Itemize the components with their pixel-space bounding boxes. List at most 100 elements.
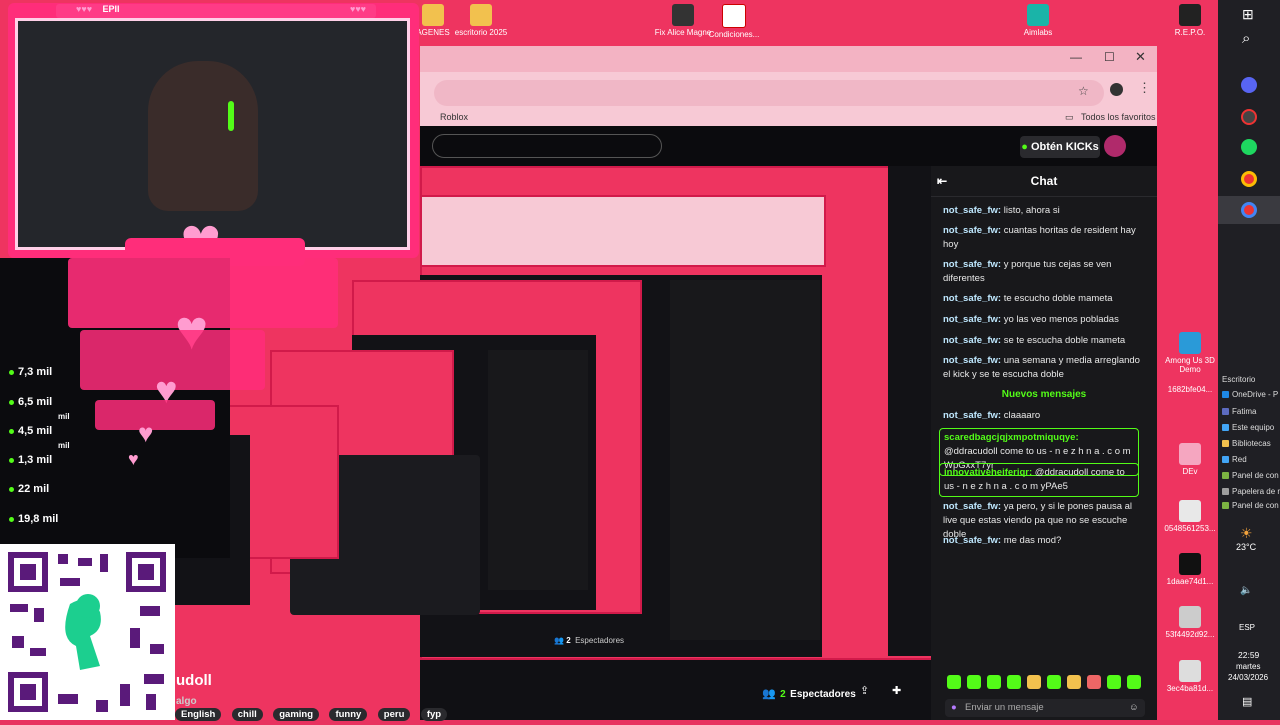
folder-icon bbox=[422, 4, 444, 26]
profile-avatar[interactable] bbox=[1110, 83, 1123, 96]
chat-message: not_safe_fw: me das mod? bbox=[943, 535, 1062, 546]
control-panel-icon bbox=[1222, 502, 1229, 510]
emote-icon[interactable] bbox=[1087, 675, 1101, 689]
chat-message: not_safe_fw: y porque tus cejas se ven d… bbox=[943, 259, 1112, 284]
discord-icon[interactable] bbox=[1241, 77, 1257, 93]
obs-icon[interactable] bbox=[1241, 109, 1257, 125]
search-icon[interactable]: ⌕ bbox=[1242, 30, 1250, 47]
nested-cam-frame-3 bbox=[95, 400, 215, 430]
spotify-icon[interactable] bbox=[1241, 139, 1257, 155]
maximize-icon[interactable]: ☐ bbox=[1104, 50, 1115, 64]
clock-time[interactable]: 22:59 bbox=[1238, 650, 1259, 660]
search-input[interactable] bbox=[432, 134, 662, 158]
desktop-icon-among-us[interactable]: Among Us 3D Demo bbox=[1155, 332, 1225, 374]
explorer-item[interactable]: Red bbox=[1222, 455, 1247, 464]
add-user-icon[interactable]: ✚ bbox=[892, 684, 901, 697]
taskbar-active-item[interactable] bbox=[1218, 196, 1280, 224]
notifications-icon[interactable]: ▤ bbox=[1242, 695, 1252, 708]
cloud-icon bbox=[1222, 391, 1229, 399]
address-bar[interactable] bbox=[434, 80, 1104, 106]
weather-icon[interactable]: ☀ bbox=[1240, 525, 1253, 542]
desktop-icon-repo[interactable]: R.E.P.O. bbox=[1155, 4, 1225, 37]
microphone-icon[interactable]: ● bbox=[951, 699, 957, 717]
control-panel-icon bbox=[1222, 472, 1229, 480]
chrome-icon[interactable] bbox=[1241, 171, 1257, 187]
file-icon bbox=[1179, 606, 1201, 628]
all-favorites[interactable]: Todos los favoritos bbox=[1081, 112, 1156, 122]
emote-icon[interactable] bbox=[1127, 675, 1141, 689]
windows-start-icon[interactable]: ⊞ bbox=[1242, 6, 1254, 23]
bookmark-roblox[interactable]: Roblox bbox=[440, 112, 468, 122]
qr-code bbox=[0, 544, 175, 720]
streamer-name: udoll bbox=[176, 672, 212, 689]
emote-icon[interactable] bbox=[1047, 675, 1061, 689]
close-icon[interactable]: ✕ bbox=[1135, 49, 1146, 65]
language-indicator[interactable]: ESP bbox=[1239, 623, 1255, 632]
tag[interactable]: gaming bbox=[273, 708, 320, 721]
explorer-item[interactable]: OneDrive - P bbox=[1222, 390, 1278, 399]
desktop-icon-dev[interactable]: DEv bbox=[1155, 443, 1225, 476]
explorer-item[interactable]: Bibliotecas bbox=[1222, 439, 1271, 448]
explorer-item[interactable]: Panel de con bbox=[1222, 471, 1279, 480]
emoji-icon[interactable]: ☺ bbox=[1129, 699, 1139, 717]
desktop-icon-file-53f4[interactable]: 53f4492d92... bbox=[1155, 606, 1225, 639]
desktop-icon-aimlabs[interactable]: Aimlabs bbox=[1003, 4, 1073, 37]
emote-icon[interactable] bbox=[1027, 675, 1041, 689]
desktop-icon-escritorio[interactable]: escritorio 2025 bbox=[446, 4, 516, 37]
file-icon bbox=[1179, 500, 1201, 522]
chat-message: not_safe_fw: se te escucha doble mameta bbox=[943, 335, 1126, 346]
tag[interactable]: chill bbox=[231, 708, 263, 721]
collapse-chat-icon[interactable]: ⇤ bbox=[937, 166, 947, 196]
desktop-icon-file-3ec4[interactable]: 3ec4ba81d... bbox=[1155, 660, 1225, 693]
emote-icon[interactable] bbox=[967, 675, 981, 689]
aimlabs-icon bbox=[1027, 4, 1049, 26]
stat-suffix: mil bbox=[58, 441, 70, 450]
emote-icon[interactable] bbox=[947, 675, 961, 689]
file-explorer-panel: Escritorio OneDrive - P Fatima Este equi… bbox=[1218, 345, 1280, 720]
file-icon bbox=[1179, 443, 1201, 465]
file-icon bbox=[1179, 660, 1201, 682]
emote-icon[interactable] bbox=[1007, 675, 1021, 689]
stat-item: 7,3 mil bbox=[9, 366, 52, 378]
computer-icon bbox=[1222, 424, 1229, 432]
tag[interactable]: English bbox=[175, 708, 222, 721]
tag[interactable]: funny bbox=[329, 708, 368, 721]
get-kicks-button[interactable]: ● Obtén KICKs bbox=[1020, 136, 1100, 158]
user-avatar[interactable] bbox=[1104, 135, 1126, 157]
nested-browser-1 bbox=[420, 195, 826, 267]
desktop-icon-file-0548[interactable]: 0548561253... bbox=[1155, 500, 1225, 533]
explorer-item[interactable]: Fatima bbox=[1222, 407, 1256, 416]
nested-spectators: 👥 2 Espectadores bbox=[554, 636, 625, 645]
heart-icon: ♥ bbox=[128, 449, 139, 469]
star-icon[interactable]: ☆ bbox=[1078, 84, 1089, 98]
emote-icon[interactable] bbox=[1067, 675, 1081, 689]
stream-taskbar bbox=[888, 166, 931, 656]
more-menu-icon[interactable]: ⋮ bbox=[1138, 80, 1151, 96]
nested-chat-2 bbox=[488, 350, 588, 590]
game-icon bbox=[672, 4, 694, 26]
nested-chat-1 bbox=[670, 280, 820, 640]
explorer-item[interactable]: Papelera de r bbox=[1222, 487, 1280, 496]
explorer-item[interactable]: Panel de con bbox=[1222, 501, 1279, 510]
webcam-titlebar: ♥♥♥ EPII ♥♥♥ bbox=[56, 4, 376, 18]
users-icon: 👥 bbox=[762, 688, 776, 700]
chat-input[interactable]: ● Enviar un mensaje ☺ bbox=[945, 699, 1145, 717]
explorer-item[interactable]: Este equipo bbox=[1222, 423, 1274, 432]
desktop-icon-file-1daa[interactable]: 1daae74d1... bbox=[1155, 553, 1225, 586]
speaker-icon[interactable]: 🔈 bbox=[1240, 585, 1252, 596]
tag[interactable]: peru bbox=[377, 708, 411, 721]
clock-day: martes bbox=[1236, 662, 1261, 671]
share-icon[interactable]: ⇪ bbox=[860, 684, 869, 697]
chat-message-highlighted: innovativeheiferiqr: @ddracudoll come to… bbox=[939, 463, 1139, 497]
new-messages-divider[interactable]: Nuevos mensajes bbox=[931, 389, 1157, 400]
emote-icon[interactable] bbox=[987, 675, 1001, 689]
desktop-icon-condiciones[interactable]: Condiciones... bbox=[699, 4, 769, 39]
browser-titlebar: — ☐ ✕ bbox=[420, 46, 1157, 72]
library-icon bbox=[1222, 440, 1229, 448]
minimize-icon[interactable]: — bbox=[1070, 50, 1082, 64]
desktop-icon-file-1682[interactable]: 1682bfe04... bbox=[1155, 385, 1225, 394]
emote-icon[interactable] bbox=[1107, 675, 1121, 689]
tag[interactable]: fyp bbox=[420, 708, 448, 721]
temperature[interactable]: 23°C bbox=[1236, 542, 1256, 552]
emote-bar bbox=[947, 675, 1147, 691]
